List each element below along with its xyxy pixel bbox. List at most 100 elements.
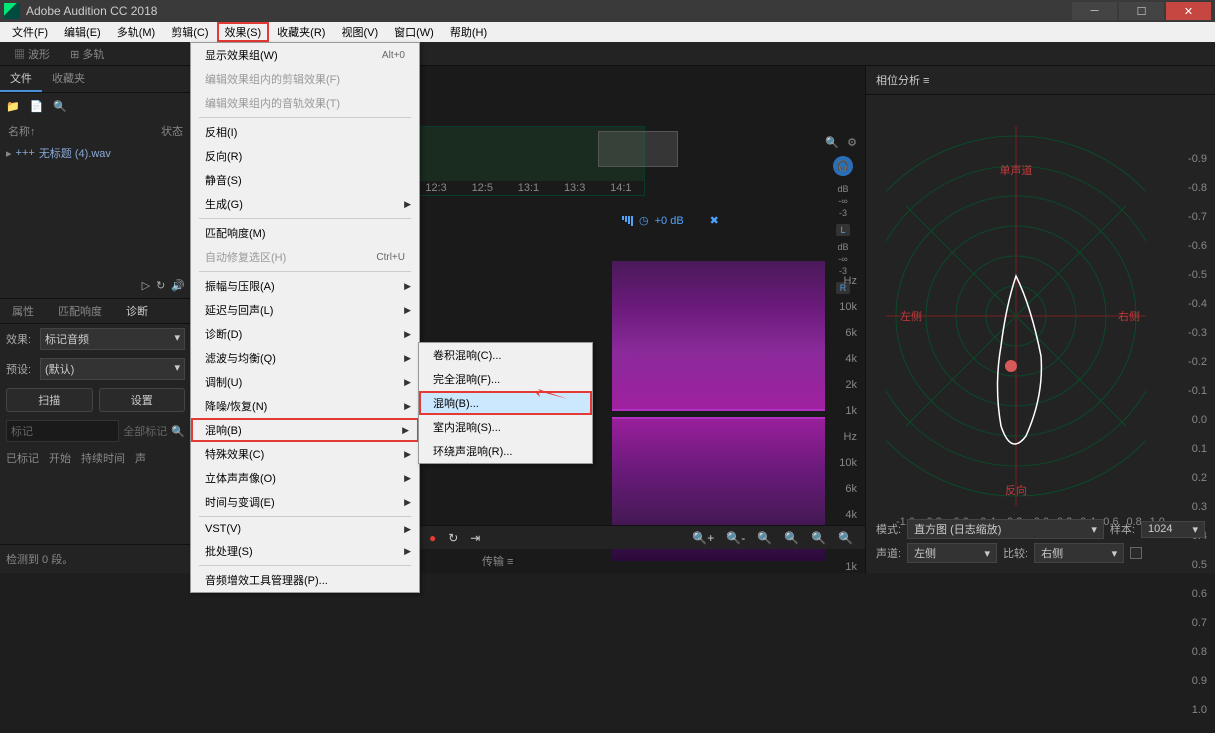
menubar: 文件(F) 编辑(E) 多轨(M) 剪辑(C) 效果(S) 收藏夹(R) 视图(…	[0, 22, 1215, 42]
settings-button[interactable]: 设置	[99, 388, 186, 412]
app-logo-icon	[4, 3, 20, 19]
compare-label: 比较:	[1003, 545, 1028, 561]
menu-clip[interactable]: 剪辑(C)	[163, 22, 216, 42]
menu-multitrack[interactable]: 多轨(M)	[109, 22, 164, 42]
item-edit-track-fx: 编辑效果组内的音轨效果(T)	[191, 91, 419, 115]
minimize-button[interactable]: ─	[1072, 2, 1117, 20]
phase-panel-title: 相位分析 ≡	[866, 66, 1215, 95]
close-button[interactable]: ✕	[1166, 2, 1211, 20]
tab-match-loudness[interactable]: 匹配响度	[46, 299, 114, 323]
tab-favorites[interactable]: 收藏夹	[42, 66, 95, 92]
item-modulation[interactable]: 调制(U)▶	[191, 370, 419, 394]
col-status[interactable]: 状态	[161, 123, 183, 139]
item-surround-reverb[interactable]: 环绕声混响(R)...	[419, 439, 592, 463]
marker-search-input[interactable]: 标记	[6, 420, 119, 442]
item-stereo[interactable]: 立体声声像(O)▶	[191, 466, 419, 490]
clear-markers-button[interactable]: 全部标记	[123, 423, 167, 439]
left-channel-badge[interactable]: L	[836, 224, 849, 236]
new-file-icon[interactable]: 📄	[30, 100, 44, 113]
volume-control[interactable]: ◷ +0 dB ✖	[622, 214, 719, 227]
item-special[interactable]: 特殊效果(C)▶	[191, 442, 419, 466]
tab-diagnostics[interactable]: 诊断	[114, 299, 160, 323]
zoom-sel-icon[interactable]: 🔍	[780, 531, 803, 545]
item-time-pitch[interactable]: 时间与变调(E)▶	[191, 490, 419, 514]
zoom-out-icon[interactable]: 🔍-	[722, 531, 749, 545]
waveform-mode-button[interactable]: ▦ 波形	[8, 44, 56, 64]
item-generate[interactable]: 生成(G)▶	[191, 192, 419, 216]
svg-text:左侧: 左侧	[900, 310, 922, 323]
menu-file[interactable]: 文件(F)	[4, 22, 56, 42]
item-vst[interactable]: VST(V)▶	[191, 519, 419, 539]
item-noise[interactable]: 降噪/恢复(N)▶	[191, 394, 419, 418]
item-auto-heal: 自动修复选区(H)Ctrl+U	[191, 245, 419, 269]
app-title: Adobe Audition CC 2018	[26, 4, 157, 18]
play-icon[interactable]: ▷	[142, 279, 150, 292]
file-row[interactable]: ▸ +++ 无标题 (4).wav	[0, 143, 191, 163]
headphone-icon[interactable]: 🎧	[833, 156, 853, 176]
effect-select[interactable]: 标记音频▾	[40, 328, 185, 350]
zoom-in-icon[interactable]: 🔍+	[688, 531, 718, 545]
maximize-button[interactable]: ☐	[1119, 2, 1164, 20]
col-channel: 声	[135, 450, 146, 466]
selection-region[interactable]	[598, 131, 678, 167]
zoom-in-v-icon[interactable]: 🔍	[807, 531, 830, 545]
item-filter-eq[interactable]: 滤波与均衡(Q)▶	[191, 346, 419, 370]
menu-effects[interactable]: 效果(S)	[217, 22, 270, 42]
item-reverse[interactable]: 反向(R)	[191, 144, 419, 168]
samples-select[interactable]: 1024▾	[1141, 521, 1205, 538]
search-icon[interactable]: 🔍	[53, 100, 67, 113]
preset-select[interactable]: (默认)▾	[40, 358, 185, 380]
menu-edit[interactable]: 编辑(E)	[56, 22, 109, 42]
volume-icon[interactable]: 🔊	[171, 279, 185, 292]
tab-files[interactable]: 文件	[0, 66, 42, 92]
menu-help[interactable]: 帮助(H)	[442, 22, 495, 42]
skip-selection-button[interactable]: ⇥	[466, 531, 484, 545]
col-marker: 已标记	[6, 450, 39, 466]
item-plugin-manager[interactable]: 音频增效工具管理器(P)...	[191, 568, 419, 592]
multitrack-mode-button[interactable]: ⊞ 多轨	[64, 44, 110, 64]
tab-properties[interactable]: 属性	[0, 299, 46, 323]
separator	[199, 218, 411, 219]
annotation-arrow-icon	[530, 385, 570, 408]
mode-select[interactable]: 直方图 (日志缩放)▾	[907, 519, 1104, 539]
item-invert[interactable]: 反相(I)	[191, 120, 419, 144]
item-reverb[interactable]: 混响(B)▶	[191, 418, 419, 442]
col-name[interactable]: 名称↑	[8, 123, 161, 139]
search-icon[interactable]: 🔍	[171, 425, 185, 438]
loop-button[interactable]: ↻	[444, 531, 462, 545]
spectrogram-display[interactable]	[612, 261, 825, 561]
loop-icon[interactable]: ↻	[156, 279, 165, 292]
compare-checkbox[interactable]	[1130, 547, 1142, 559]
svg-text:单声道: 单声道	[1000, 163, 1033, 177]
scan-button[interactable]: 扫描	[6, 388, 93, 412]
open-file-icon[interactable]: 📁	[6, 100, 20, 113]
menu-view[interactable]: 视图(V)	[333, 22, 386, 42]
item-amplitude[interactable]: 振幅与压限(A)▶	[191, 274, 419, 298]
item-room-reverb[interactable]: 室内混响(S)...	[419, 415, 592, 439]
zoom-out-v-icon[interactable]: 🔍	[834, 531, 857, 545]
record-button[interactable]: ●	[425, 531, 440, 545]
menu-window[interactable]: 窗口(W)	[386, 22, 442, 42]
left-panel: 文件 收藏夹 📁 📄 🔍 名称↑ 状态 ▸ +++ 无标题 (4).wav ▷ …	[0, 66, 192, 573]
overview-timeline[interactable]: 12:3 12:5 13:1 13:3 14:1	[412, 126, 645, 196]
item-diagnostics[interactable]: 诊断(D)▶	[191, 322, 419, 346]
item-silence[interactable]: 静音(S)	[191, 168, 419, 192]
item-match-loudness[interactable]: 匹配响度(M)	[191, 221, 419, 245]
item-batch[interactable]: 批处理(S)▶	[191, 539, 419, 563]
gear-icon[interactable]: ⚙	[847, 136, 857, 149]
zoom-icon[interactable]: 🔍	[825, 136, 839, 149]
channel-label: 声道:	[876, 545, 901, 561]
menu-favorites[interactable]: 收藏夹(R)	[269, 22, 333, 42]
effect-label: 效果:	[6, 331, 36, 347]
item-delay[interactable]: 延迟与回声(L)▶	[191, 298, 419, 322]
separator	[199, 516, 411, 517]
item-show-rack[interactable]: 显示效果组(W)Alt+0	[191, 43, 419, 67]
compare-select[interactable]: 右侧▾	[1034, 543, 1124, 563]
zoom-fit-icon[interactable]: 🔍	[753, 531, 776, 545]
item-convolution-reverb[interactable]: 卷积混响(C)...	[419, 343, 592, 367]
clock-icon: ◷	[639, 214, 649, 227]
phase-analysis-panel: 相位分析 ≡ 单声道 左侧 右侧 反向 -0.9-0.8-0.7	[865, 66, 1215, 573]
waveform-icon: +++	[16, 147, 35, 159]
file-name: 无标题 (4).wav	[39, 145, 111, 161]
channel-select[interactable]: 左侧▾	[907, 543, 997, 563]
